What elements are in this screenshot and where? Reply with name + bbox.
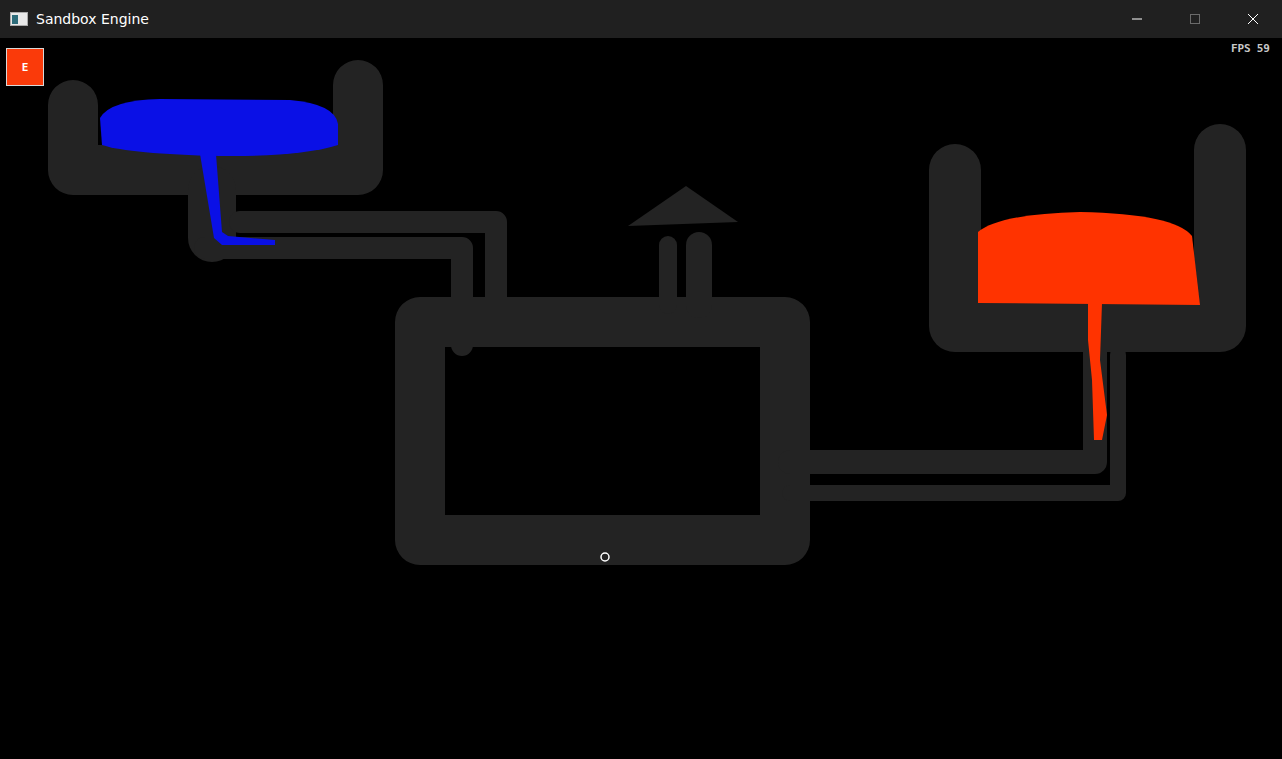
app-icon <box>10 12 28 26</box>
pipe <box>659 245 677 305</box>
pipe <box>790 345 1095 462</box>
close-icon <box>1247 13 1259 25</box>
maximize-button[interactable] <box>1166 0 1224 38</box>
maximize-icon <box>1189 13 1201 25</box>
pipe-world[interactable] <box>0 38 1282 759</box>
lava-fluid <box>978 212 1200 440</box>
water-fluid <box>100 99 338 245</box>
minimize-button[interactable] <box>1108 0 1166 38</box>
pipe <box>686 245 712 305</box>
window-title: Sandbox Engine <box>36 11 1108 27</box>
fps-counter: FPS 59 <box>1231 42 1270 55</box>
pipe <box>955 150 1220 326</box>
simulation-canvas[interactable]: E FPS 59 <box>0 38 1282 759</box>
cursor-icon <box>601 553 609 561</box>
element-button[interactable]: E <box>6 48 44 86</box>
pipe <box>790 355 1118 493</box>
element-label: E <box>22 61 29 74</box>
fps-value: 59 <box>1257 42 1270 55</box>
pipe <box>420 322 785 540</box>
fps-label: FPS <box>1231 42 1251 55</box>
chimney-cap <box>628 186 738 226</box>
close-button[interactable] <box>1224 0 1282 38</box>
minimize-icon <box>1131 13 1143 25</box>
title-bar: Sandbox Engine <box>0 0 1282 38</box>
